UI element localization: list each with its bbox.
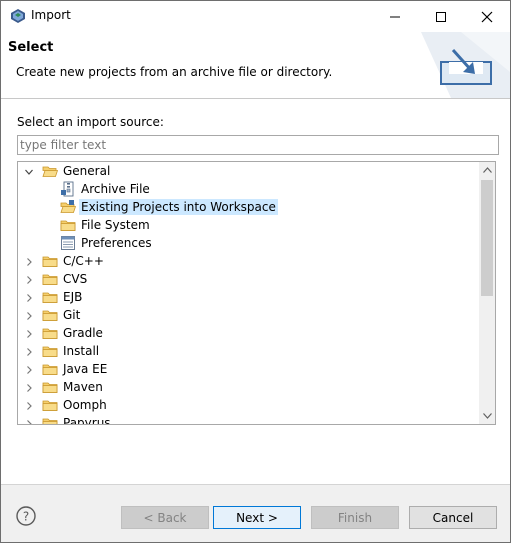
minimize-button[interactable] bbox=[372, 1, 418, 32]
tree-item[interactable]: Java EE bbox=[24, 360, 109, 378]
wizard-body: Select an import source: General Archive … bbox=[1, 99, 510, 484]
tree-item-label: Maven bbox=[63, 380, 103, 394]
folder-icon bbox=[42, 343, 58, 359]
chevron-right-icon[interactable] bbox=[24, 346, 34, 356]
tree-item[interactable]: Git bbox=[24, 306, 82, 324]
import-wizard-icon bbox=[421, 32, 510, 98]
tree-item[interactable]: C/C++ bbox=[24, 252, 106, 270]
tree-item[interactable]: Oomph bbox=[24, 396, 109, 414]
import-source-tree[interactable]: General Archive File Existing Projects int… bbox=[17, 161, 496, 425]
scroll-down-button[interactable] bbox=[479, 408, 495, 424]
tree-item-label: Archive File bbox=[81, 182, 150, 196]
close-icon bbox=[481, 11, 493, 22]
title-bar[interactable]: Import bbox=[1, 1, 510, 32]
page-description: Create new projects from an archive file… bbox=[16, 65, 333, 79]
project-folder-icon bbox=[60, 199, 77, 215]
tree-item[interactable]: File System bbox=[60, 216, 152, 234]
tree-item-label: Gradle bbox=[63, 326, 103, 340]
tree-item[interactable]: Papyrus bbox=[24, 414, 113, 425]
chevron-right-icon[interactable] bbox=[24, 418, 34, 424]
chevron-right-icon[interactable] bbox=[24, 256, 34, 266]
tree-item-label: EJB bbox=[63, 290, 83, 304]
tree-scrollbar[interactable] bbox=[479, 162, 495, 424]
folder-icon bbox=[42, 397, 58, 413]
folder-icon bbox=[42, 271, 58, 287]
tree-item-label: CVS bbox=[63, 272, 88, 286]
import-source-label: Select an import source: bbox=[17, 115, 164, 129]
chevron-right-icon[interactable] bbox=[24, 274, 34, 284]
scroll-up-button[interactable] bbox=[479, 162, 495, 178]
tree-item-label: Java EE bbox=[63, 362, 108, 376]
tree-item-label: C/C++ bbox=[63, 254, 104, 268]
folder-open-icon bbox=[42, 163, 59, 179]
chevron-down-icon bbox=[482, 413, 492, 419]
cancel-button[interactable]: Cancel bbox=[409, 506, 497, 529]
finish-button[interactable]: Finish bbox=[311, 506, 399, 529]
back-button[interactable]: < Back bbox=[121, 506, 209, 529]
help-icon[interactable]: ? bbox=[16, 506, 36, 526]
folder-icon bbox=[42, 379, 58, 395]
tree-item-label: General bbox=[63, 164, 111, 178]
scrollbar-thumb[interactable] bbox=[481, 180, 493, 296]
tree-item[interactable]: General bbox=[24, 162, 112, 180]
chevron-right-icon[interactable] bbox=[24, 328, 34, 338]
wizard-banner: Select Create new projects from an archi… bbox=[1, 32, 510, 99]
folder-icon bbox=[42, 289, 58, 305]
tree-item[interactable]: CVS bbox=[24, 270, 89, 288]
folder-icon bbox=[42, 361, 58, 377]
window-title: Import bbox=[31, 8, 71, 22]
page-title: Select bbox=[8, 40, 54, 55]
tree-item[interactable]: Existing Projects into Workspace bbox=[60, 198, 278, 216]
tree-item-label: Git bbox=[63, 308, 81, 322]
chevron-right-icon[interactable] bbox=[24, 382, 34, 392]
folder-icon bbox=[42, 415, 58, 424]
tree-item[interactable]: Maven bbox=[24, 378, 105, 396]
archive-file-icon bbox=[60, 181, 76, 197]
eclipse-app-icon bbox=[11, 9, 25, 23]
next-button[interactable]: Next > bbox=[213, 506, 301, 529]
chevron-up-icon bbox=[482, 167, 492, 173]
minimize-icon bbox=[390, 16, 400, 17]
folder-icon bbox=[42, 325, 58, 341]
maximize-button[interactable] bbox=[418, 1, 464, 32]
folder-icon bbox=[42, 307, 58, 323]
tree-item-label: Existing Projects into Workspace bbox=[79, 199, 278, 215]
folder-icon bbox=[60, 217, 76, 233]
tree-item[interactable]: Install bbox=[24, 342, 101, 360]
tree-item[interactable]: Archive File bbox=[60, 180, 152, 198]
tree-item[interactable]: Preferences bbox=[60, 234, 154, 252]
tree-item-label: File System bbox=[81, 218, 150, 232]
chevron-right-icon[interactable] bbox=[24, 310, 34, 320]
tree-item[interactable]: EJB bbox=[24, 288, 84, 306]
tree-item[interactable]: Gradle bbox=[24, 324, 105, 342]
chevron-right-icon[interactable] bbox=[24, 292, 34, 302]
wizard-footer: ? < Back Next > Finish Cancel bbox=[1, 484, 510, 542]
folder-icon bbox=[42, 253, 58, 269]
svg-text:?: ? bbox=[23, 510, 29, 524]
chevron-down-icon[interactable] bbox=[24, 166, 34, 176]
tree-item-label: Oomph bbox=[63, 398, 107, 412]
close-button[interactable] bbox=[464, 1, 510, 32]
chevron-right-icon[interactable] bbox=[24, 364, 34, 374]
tree-item-label: Papyrus bbox=[63, 416, 111, 425]
tree-item-label: Preferences bbox=[81, 236, 152, 250]
maximize-icon bbox=[436, 11, 446, 22]
filter-input[interactable] bbox=[17, 135, 499, 155]
import-dialog: Import Select Create new projects from a… bbox=[0, 0, 511, 543]
preferences-icon bbox=[60, 235, 76, 251]
chevron-right-icon[interactable] bbox=[24, 400, 34, 410]
tree-item-label: Install bbox=[63, 344, 100, 358]
